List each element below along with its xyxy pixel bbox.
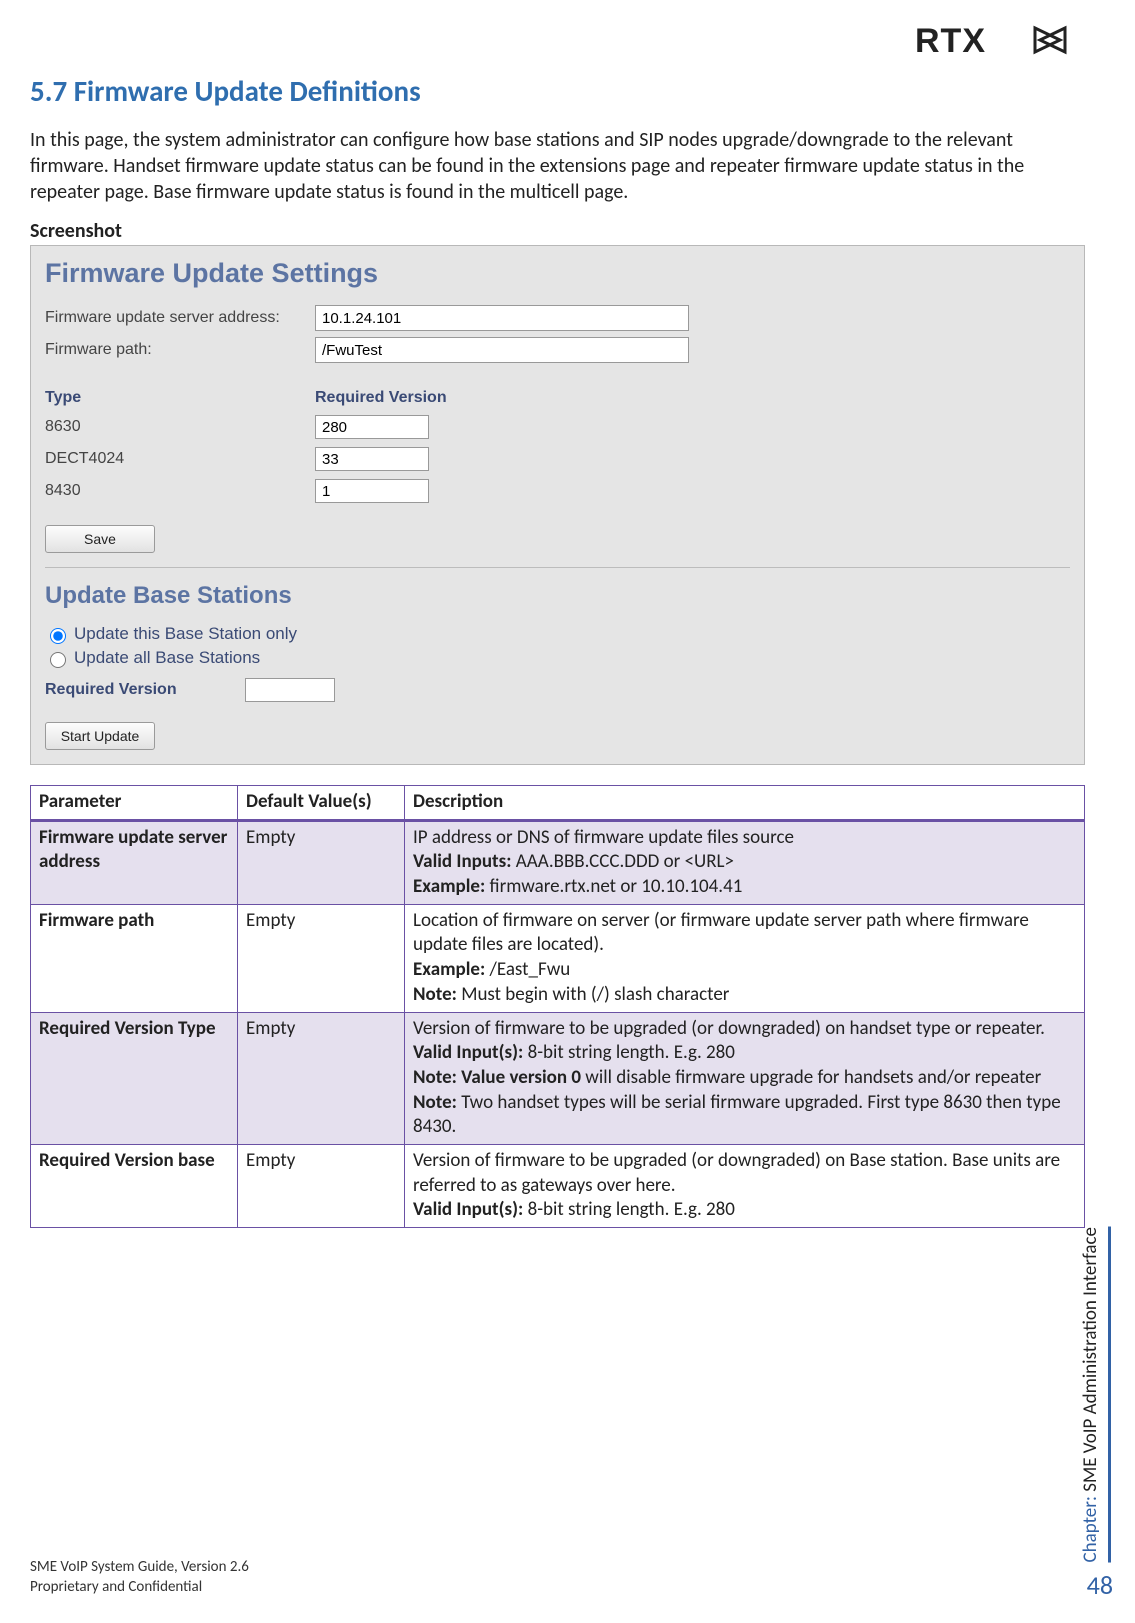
type-row: DECT4024: [45, 447, 1070, 471]
server-address-label: Firmware update server address:: [45, 309, 315, 327]
screenshot-label: Screenshot: [30, 219, 1085, 243]
param-desc: Version of firmware to be upgraded (or d…: [405, 1144, 1085, 1227]
param-default: Empty: [238, 820, 405, 904]
param-desc: Location of firmware on server (or firmw…: [405, 904, 1085, 1012]
save-button[interactable]: Save: [45, 525, 155, 553]
radio-all-bases-label: Update all Base Stations: [74, 648, 260, 668]
separator: [45, 567, 1070, 568]
type-label: 8430: [45, 482, 315, 500]
page-number: 48: [1087, 1569, 1113, 1601]
type-row: 8630: [45, 415, 1070, 439]
th-description: Description: [405, 786, 1085, 821]
firmware-settings-heading: Firmware Update Settings: [45, 258, 1070, 289]
type-label: 8630: [45, 418, 315, 436]
section-heading: 5.7 Firmware Update Definitions: [30, 73, 1085, 109]
param-default: Empty: [238, 904, 405, 1012]
param-name: Firmware update server address: [31, 820, 238, 904]
radio-this-base[interactable]: [50, 628, 66, 644]
th-default: Default Value(s): [238, 786, 405, 821]
chapter-sidebar: Chapter: SME VoIP Administration Interfa…: [1079, 1227, 1111, 1563]
firmware-path-input[interactable]: [315, 337, 689, 363]
required-version-input[interactable]: [245, 678, 335, 702]
version-input-dect4024[interactable]: [315, 447, 429, 471]
svg-text:RTX: RTX: [915, 22, 986, 58]
table-row: Firmware update server address Empty IP …: [31, 820, 1085, 904]
logo: RTX: [30, 22, 1085, 63]
version-input-8430[interactable]: [315, 479, 429, 503]
param-name: Required Version Type: [31, 1012, 238, 1144]
th-parameter: Parameter: [31, 786, 238, 821]
param-default: Empty: [238, 1144, 405, 1227]
param-name: Firmware path: [31, 904, 238, 1012]
type-label: DECT4024: [45, 450, 315, 468]
intro-paragraph: In this page, the system administrator c…: [30, 127, 1085, 205]
radio-this-base-label: Update this Base Station only: [74, 624, 297, 644]
param-desc: IP address or DNS of firmware update fil…: [405, 820, 1085, 904]
param-default: Empty: [238, 1012, 405, 1144]
param-name: Required Version base: [31, 1144, 238, 1227]
table-row: Required Version Type Empty Version of f…: [31, 1012, 1085, 1144]
screenshot-box: Firmware Update Settings Firmware update…: [30, 245, 1085, 765]
rtx-logo-icon: RTX: [915, 22, 1085, 58]
start-update-button[interactable]: Start Update: [45, 722, 155, 750]
required-version-label: Required Version: [45, 681, 245, 699]
table-row: Firmware path Empty Location of firmware…: [31, 904, 1085, 1012]
radio-all-bases[interactable]: [50, 652, 66, 668]
col-type-header: Type: [45, 389, 315, 407]
param-desc: Version of firmware to be upgraded (or d…: [405, 1012, 1085, 1144]
update-base-heading: Update Base Stations: [45, 582, 1070, 610]
footer: SME VoIP System Guide, Version 2.6 Propr…: [30, 1558, 249, 1597]
col-required-header: Required Version: [315, 389, 447, 407]
parameter-table: Parameter Default Value(s) Description F…: [30, 785, 1085, 1228]
firmware-path-label: Firmware path:: [45, 341, 315, 359]
version-input-8630[interactable]: [315, 415, 429, 439]
type-row: 8430: [45, 479, 1070, 503]
server-address-input[interactable]: [315, 305, 689, 331]
table-row: Required Version base Empty Version of f…: [31, 1144, 1085, 1227]
